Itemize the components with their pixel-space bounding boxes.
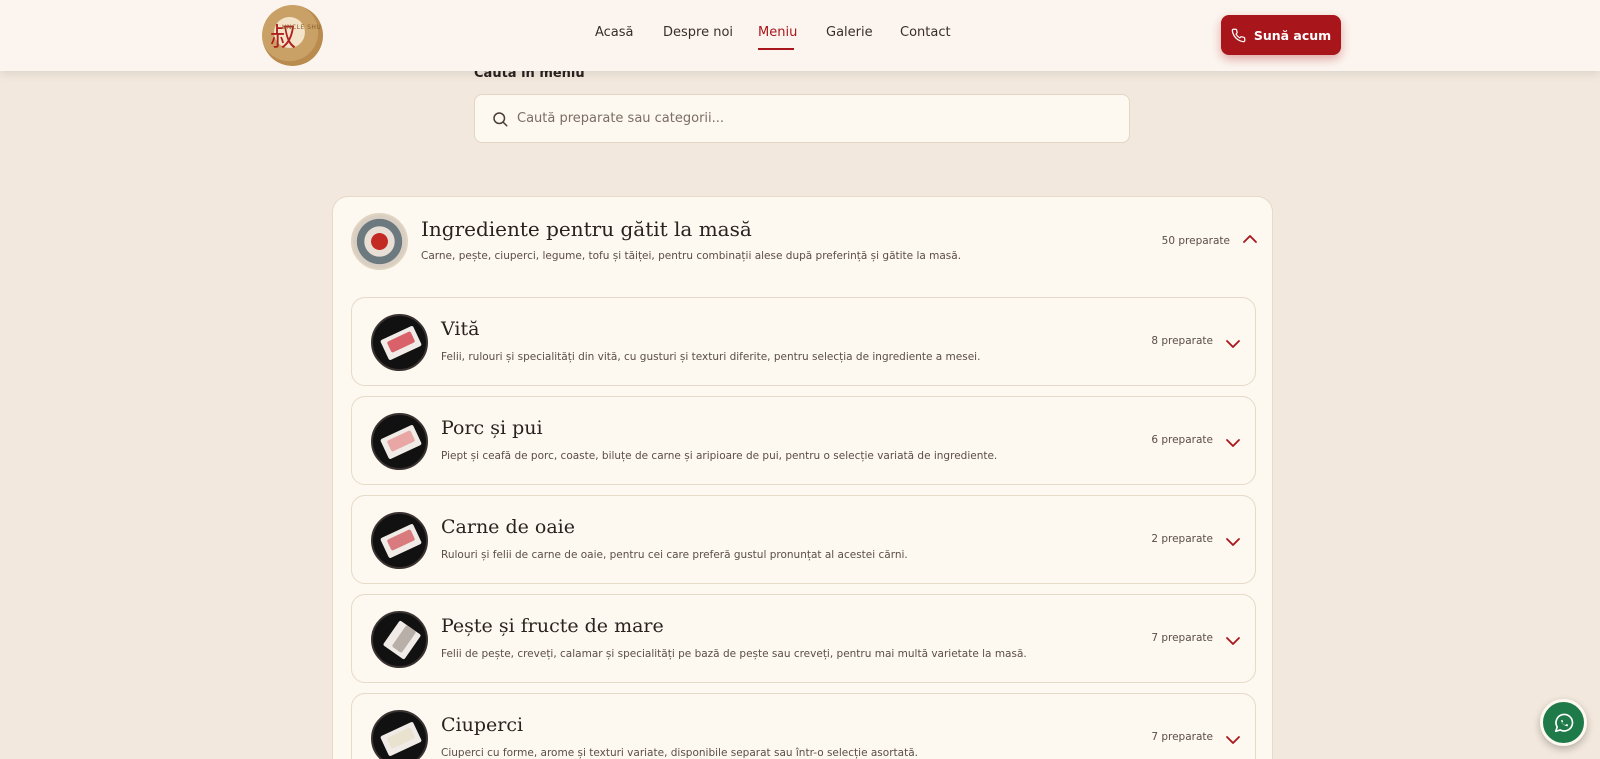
subcategory-description: Piept și ceafă de porc, coaste, biluțe d… [441, 450, 998, 462]
subcategory-count: 7 preparate [1151, 731, 1213, 743]
nav-item-contact[interactable]: Contact [900, 25, 951, 40]
chevron-down-icon[interactable] [1225, 336, 1241, 352]
subcategory-description: Felii, rulouri și specialități din vită,… [441, 351, 981, 363]
logo-text: UNCLE SHU [282, 24, 322, 31]
chevron-down-icon[interactable] [1225, 534, 1241, 550]
subcategory-thumbnail [371, 413, 428, 470]
search-box[interactable] [474, 94, 1130, 143]
subcategory-card-peste-si-fructe-de-mare[interactable]: Pește și fructe de mare Felii de pește, … [351, 594, 1256, 683]
chevron-down-icon[interactable] [1225, 732, 1241, 748]
category-card: Ingrediente pentru gătit la masă Carne, … [332, 196, 1273, 759]
subcategory-title: Pește și fructe de mare [441, 615, 664, 637]
subcategory-card-ciuperci[interactable]: Ciuperci Ciuperci cu forme, arome și tex… [351, 693, 1256, 759]
search-input[interactable] [517, 95, 1117, 142]
subcategory-card-carne-de-oaie[interactable]: Carne de oaie Rulouri și felii de carne … [351, 495, 1256, 584]
subcategory-thumbnail [371, 611, 428, 668]
chevron-up-icon[interactable] [1242, 231, 1258, 247]
call-now-button[interactable]: Sună acum [1221, 15, 1341, 55]
subcategory-title: Carne de oaie [441, 516, 576, 538]
whatsapp-button[interactable] [1540, 699, 1587, 746]
subcategory-description: Rulouri și felii de carne de oaie, pentr… [441, 549, 908, 561]
call-now-label: Sună acum [1253, 27, 1332, 43]
category-thumbnail [351, 213, 408, 270]
category-description: Carne, pește, ciuperci, legume, tofu și … [421, 250, 962, 262]
category-count: 50 preparate [1161, 235, 1230, 247]
subcategory-count: 7 preparate [1151, 632, 1213, 644]
site-header: 叔 UNCLE SHU Acasă Despre noi Meniu Galer… [0, 0, 1600, 71]
subcategory-title: Ciuperci [441, 714, 524, 736]
subcategory-count: 8 preparate [1151, 335, 1213, 347]
subcategory-card-porc-si-pui[interactable]: Porc și pui Piept și ceafă de porc, coas… [351, 396, 1256, 485]
subcategory-title: Vită [441, 318, 480, 340]
chevron-down-icon[interactable] [1225, 633, 1241, 649]
nav-item-acasa[interactable]: Acasă [595, 25, 634, 40]
category-title[interactable]: Ingrediente pentru gătit la masă [421, 217, 752, 241]
subcategory-thumbnail [371, 710, 428, 759]
subcategory-thumbnail [371, 512, 428, 569]
logo[interactable]: 叔 UNCLE SHU [262, 5, 323, 66]
search-icon [493, 112, 508, 127]
subcategory-description: Ciuperci cu forme, arome și texturi vari… [441, 747, 918, 759]
chevron-down-icon[interactable] [1225, 435, 1241, 451]
nav-active-underline [758, 48, 794, 50]
nav-item-meniu[interactable]: Meniu [758, 25, 797, 40]
subcategory-count: 2 preparate [1151, 533, 1213, 545]
subcategory-thumbnail [371, 314, 428, 371]
nav-item-despre-noi[interactable]: Despre noi [663, 25, 733, 40]
subcategory-count: 6 preparate [1151, 434, 1213, 446]
whatsapp-icon [1554, 713, 1573, 732]
nav-item-galerie[interactable]: Galerie [826, 25, 873, 40]
subcategory-title: Porc și pui [441, 417, 543, 439]
logo-mark-icon: 叔 [270, 23, 297, 53]
subcategory-card-vita[interactable]: Vită Felii, rulouri și specialități din … [351, 297, 1256, 386]
phone-icon [1231, 28, 1246, 42]
subcategory-description: Felii de pește, creveți, calamar și spec… [441, 648, 1027, 660]
